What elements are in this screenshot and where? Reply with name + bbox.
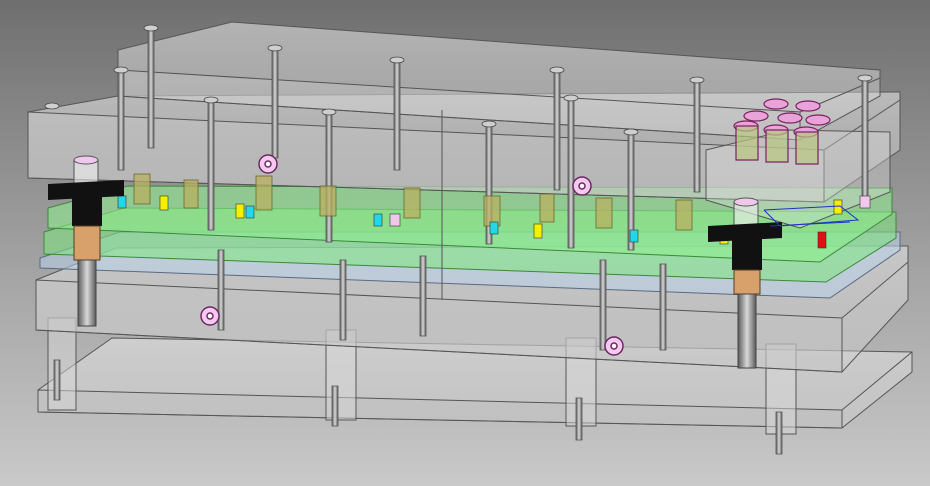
- stamping-die-assembly[interactable]: [0, 0, 930, 486]
- guide-bush-icon: [72, 196, 102, 226]
- cad-viewport[interactable]: [0, 0, 930, 486]
